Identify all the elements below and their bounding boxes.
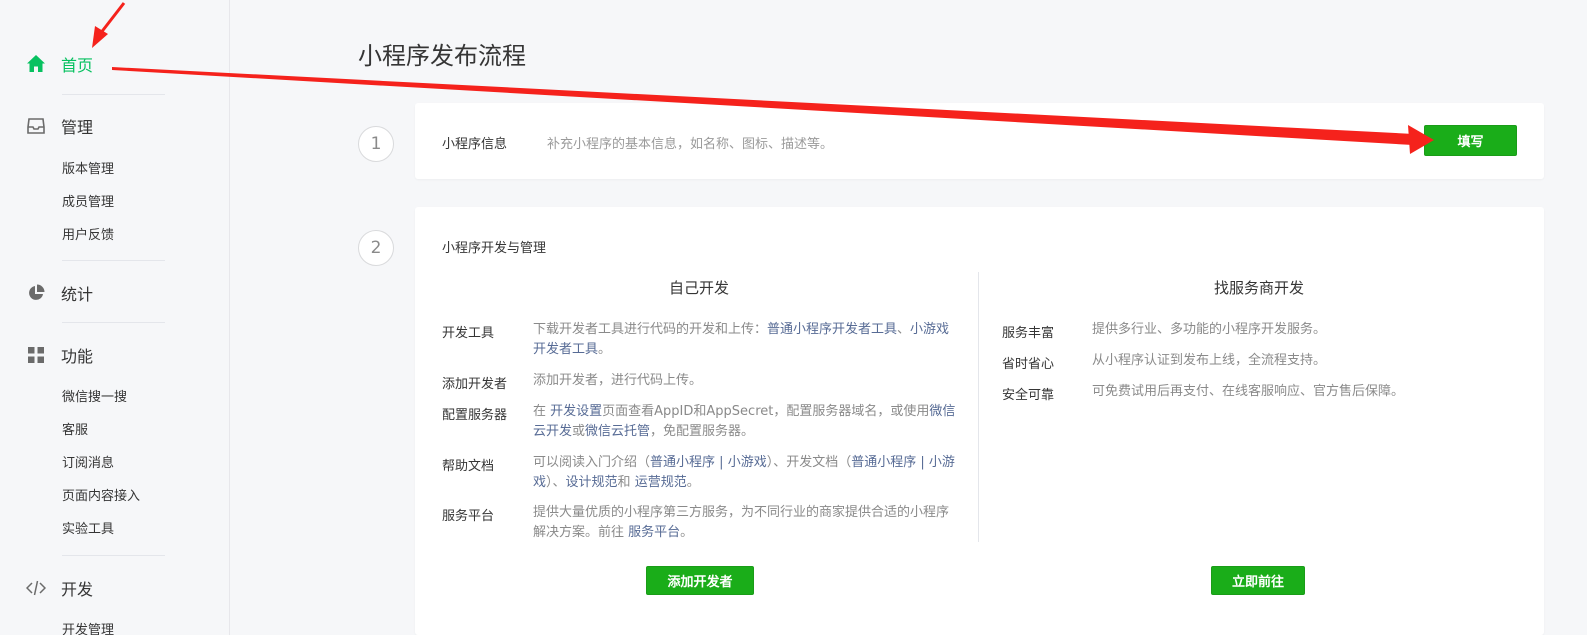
link-dev-settings[interactable]: 开发设置 (550, 404, 602, 419)
step2-title: 小程序开发与管理 (442, 241, 547, 256)
sidebar-item-lab[interactable]: 实验工具 (62, 521, 114, 539)
sidebar-divider (62, 322, 165, 323)
fill-in-button[interactable]: 填写 (1424, 125, 1517, 156)
row-label-easy: 省时省心 (1002, 357, 1055, 372)
sidebar-item-dev-manage[interactable]: 开发管理 (62, 622, 114, 635)
pipe: | (715, 455, 728, 470)
nav-stats-label: 统计 (61, 285, 94, 304)
sidebar-item-feedback[interactable]: 用户反馈 (62, 227, 114, 245)
period: 。 (680, 525, 694, 540)
provider-dev-heading: 找服务商开发 (1214, 279, 1305, 297)
page-title: 小程序发布流程 (358, 42, 526, 70)
sidebar-divider (62, 260, 165, 261)
link-cloud-hosting[interactable]: 微信云托管 (585, 424, 650, 439)
sidebar-item-version[interactable]: 版本管理 (62, 161, 114, 179)
link-mp-devtools[interactable]: 普通小程序开发者工具 (767, 322, 897, 337)
row-label-add-dev: 添加开发者 (442, 377, 508, 392)
row-text-rich: 提供多行业、多功能的小程序开发服务。 (1092, 322, 1327, 337)
row-text-dev-tools: 下载开发者工具进行代码的开发和上传：普通小程序开发者工具、小游戏开发者工具。 (533, 320, 958, 360)
nav-develop-label: 开发 (61, 580, 94, 599)
nav-develop[interactable]: 开发 (26, 576, 93, 600)
period: 。 (686, 475, 700, 490)
step-number-1: 1 (358, 126, 394, 162)
sidebar-item-search[interactable]: 微信搜一搜 (62, 389, 127, 407)
row-text-add-dev: 添加开发者，进行代码上传。 (533, 373, 703, 388)
link-intro-mp[interactable]: 普通小程序 (650, 455, 715, 470)
sidebar-item-subscribe[interactable]: 订阅消息 (62, 455, 114, 473)
docs-text-2: ）、开发文档（ (766, 455, 852, 470)
nav-home-label: 首页 (61, 56, 94, 75)
code-icon (26, 578, 46, 598)
separator: 、 (897, 322, 911, 337)
sidebar-divider (62, 555, 165, 556)
row-text-server: 在 开发设置页面查看AppID和AppSecret，配置服务器域名，或使用微信云… (533, 402, 958, 442)
row-label-dev-tools: 开发工具 (442, 326, 495, 341)
server-text-1: 在 (533, 404, 551, 419)
home-icon (26, 54, 46, 74)
link-intro-game[interactable]: 小游戏 (728, 455, 767, 470)
link-service-platform[interactable]: 服务平台 (628, 525, 680, 540)
add-developer-button[interactable]: 添加开发者 (646, 566, 754, 595)
column-divider (978, 272, 979, 542)
sidebar: 首页 管理 版本管理 成员管理 用户反馈 统计 功能 微信搜一搜 客服 订阅消息… (0, 0, 230, 635)
step1-label: 小程序信息 (442, 137, 508, 152)
self-dev-heading: 自己开发 (669, 279, 730, 297)
server-text-4: ，免配置服务器。 (650, 424, 755, 439)
step1-card: 小程序信息 补充小程序的基本信息，如名称、图标、描述等。 填写 (415, 103, 1544, 179)
row-label-docs: 帮助文档 (442, 459, 495, 474)
dev-tools-text: 下载开发者工具进行代码的开发和上传： (533, 322, 768, 337)
go-now-button[interactable]: 立即前往 (1211, 566, 1305, 595)
step2-card: 小程序开发与管理 自己开发 找服务商开发 开发工具 下载开发者工具进行代码的开发… (415, 207, 1544, 635)
row-label-platform: 服务平台 (442, 509, 495, 524)
docs-text-4: 和 (617, 475, 635, 490)
step-number-2: 2 (358, 230, 394, 266)
row-label-safe: 安全可靠 (1002, 388, 1055, 403)
sidebar-divider (62, 94, 165, 95)
period: 。 (598, 342, 612, 357)
nav-manage[interactable]: 管理 (26, 114, 93, 138)
nav-manage-label: 管理 (61, 118, 94, 137)
grid-icon (26, 345, 46, 365)
row-text-platform: 提供大量优质的小程序第三方服务，为不同行业的商家提供合适的小程序解决方案。前往 … (533, 503, 958, 543)
row-label-rich: 服务丰富 (1002, 326, 1055, 341)
link-ops-spec[interactable]: 运营规范 (635, 475, 687, 490)
platform-text: 提供大量优质的小程序第三方服务，为不同行业的商家提供合适的小程序解决方案。前往 (533, 505, 950, 540)
link-docs-mp[interactable]: 普通小程序 (851, 455, 916, 470)
row-text-easy: 从小程序认证到发布上线，全流程支持。 (1092, 353, 1327, 368)
row-text-docs: 可以阅读入门介绍（普通小程序 | 小游戏）、开发文档（普通小程序 | 小游戏）、… (533, 453, 958, 493)
link-design-spec[interactable]: 设计规范 (566, 475, 618, 490)
server-text-3: 或 (572, 424, 586, 439)
pipe: | (916, 455, 929, 470)
nav-home[interactable]: 首页 (26, 52, 93, 76)
sidebar-item-content[interactable]: 页面内容接入 (62, 488, 140, 506)
nav-features-label: 功能 (61, 347, 94, 366)
server-text-2: 页面查看AppID和AppSecret，配置服务器域名，或使用 (602, 404, 930, 419)
inbox-icon (26, 116, 46, 136)
pie-chart-icon (26, 283, 46, 303)
row-label-server: 配置服务器 (442, 408, 508, 423)
sidebar-item-members[interactable]: 成员管理 (62, 194, 114, 212)
nav-stats[interactable]: 统计 (26, 281, 93, 305)
nav-features[interactable]: 功能 (26, 343, 93, 367)
sidebar-item-service[interactable]: 客服 (62, 422, 88, 440)
docs-text-1: 可以阅读入门介绍（ (533, 455, 651, 470)
row-text-safe: 可免费试用后再支付、在线客服响应、官方售后保障。 (1092, 384, 1405, 399)
docs-text-3: ）、 (546, 475, 566, 490)
step1-desc: 补充小程序的基本信息，如名称、图标、描述等。 (547, 137, 834, 152)
